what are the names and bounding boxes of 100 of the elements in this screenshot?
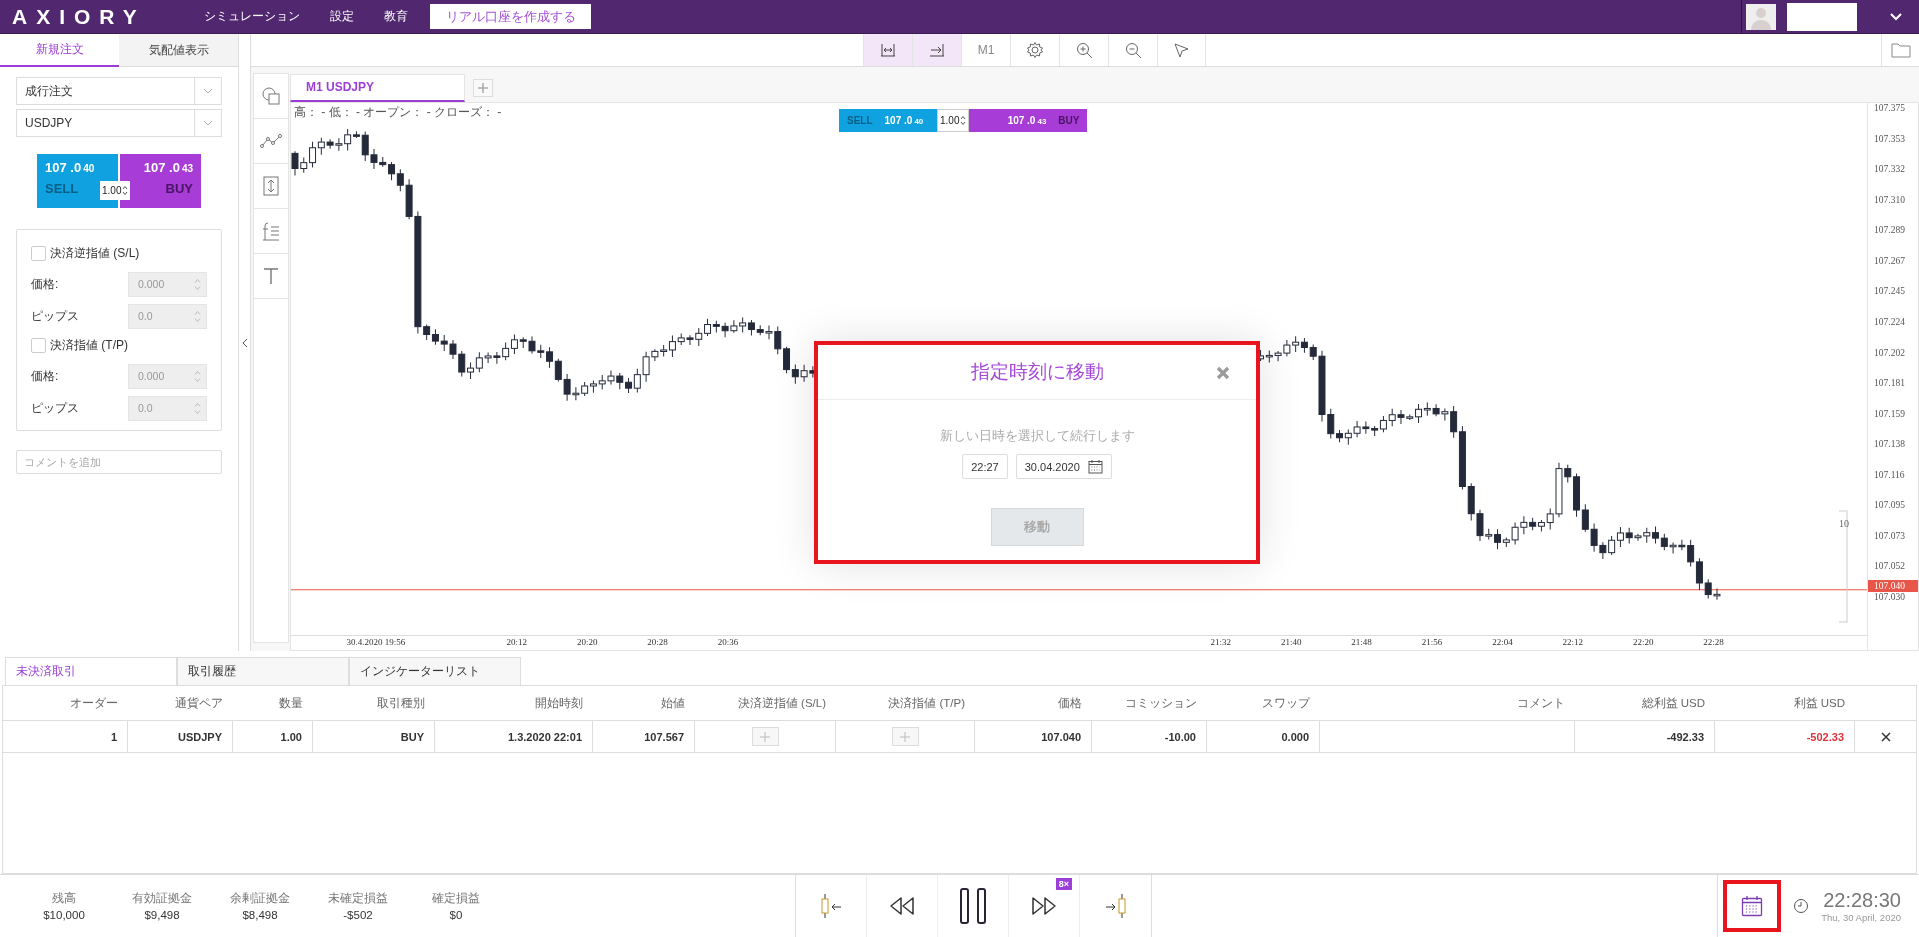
price-axis-label: 107.138	[1873, 439, 1906, 450]
cursor-icon	[1173, 41, 1190, 59]
arrow-candle-right-icon	[1104, 893, 1127, 919]
date-field[interactable]: 30.04.2020	[1015, 454, 1112, 479]
dialog-message: 新しい日時を選択して続行します	[939, 428, 1135, 445]
add-take-profit-button[interactable]	[891, 727, 919, 746]
time-axis-label: 22:12	[1562, 637, 1584, 647]
price-axis-label: 107.159	[1873, 408, 1906, 419]
account-label: 余剰証拠金	[230, 891, 290, 906]
chevron-down-icon[interactable]	[1890, 12, 1902, 21]
symbol-select[interactable]: USDJPY	[16, 109, 222, 137]
comment-field[interactable]: コメントを追加	[16, 450, 222, 474]
account-label: 残高	[52, 891, 76, 906]
spinner-icon	[194, 277, 201, 291]
time-axis-label: 22:20	[1632, 637, 1654, 647]
price-axis-label: 107.245	[1873, 286, 1906, 297]
nav-link[interactable]: シミュレーション	[204, 8, 300, 25]
table-cell: 0.000	[1207, 721, 1320, 752]
checkbox[interactable]	[31, 337, 46, 353]
table-cell: USDJPY	[128, 721, 233, 752]
column-header: 通貨ペア	[174, 695, 224, 711]
column-header: オーダー	[69, 695, 119, 711]
table-cell: 1.00	[233, 721, 313, 752]
field-label: ピップス	[31, 399, 79, 417]
account-label: 未確定損益	[328, 891, 388, 906]
chart-tab[interactable]: M1 USDJPY	[290, 73, 465, 102]
toolbar-button[interactable]	[863, 34, 912, 66]
toolbar-button[interactable]	[1157, 34, 1206, 66]
time-axis-label: 22:28	[1703, 637, 1724, 647]
create-account-button[interactable]: リアル口座を作成する	[430, 4, 591, 29]
time-axis-label: 21:40	[1280, 637, 1302, 647]
price-axis-label: 107.289	[1873, 225, 1906, 236]
time-axis-label: 30.4.2020 19:56	[346, 637, 406, 647]
lot-field[interactable]: 1.00	[937, 109, 970, 132]
positions-tab[interactable]: 未決済取引	[5, 657, 177, 685]
table-cell: 107.567	[593, 721, 695, 752]
price-axis-label: 107.052	[1873, 561, 1906, 572]
checkbox-label: 決済逆指値 (S/L)	[50, 244, 140, 262]
account-label: 確定損益	[432, 891, 480, 906]
time-axis-label: 22:04	[1492, 637, 1513, 647]
account-value: -$502	[343, 909, 373, 921]
table-cell: -492.33	[1575, 721, 1715, 752]
nav-link[interactable]: 教育	[384, 8, 408, 25]
column-header: 開始時刻	[534, 695, 584, 711]
calendar-icon	[1741, 895, 1764, 917]
price-axis-label: 107.202	[1873, 347, 1906, 358]
quick-sell-button[interactable]: SELL 107 .0 40	[839, 109, 937, 132]
table-cell: 107.040	[975, 721, 1092, 752]
add-tab-button[interactable]	[473, 78, 493, 97]
positions-tab[interactable]: 取引履歴	[177, 657, 349, 685]
add-stop-loss-button[interactable]	[751, 727, 779, 746]
close-icon[interactable]	[1880, 731, 1891, 742]
user-name-box[interactable]	[1787, 2, 1857, 31]
shapes-icon	[261, 86, 281, 106]
spinner-icon	[122, 185, 129, 196]
column-header: コメント	[1516, 695, 1566, 711]
time-axis-label: 20:28	[647, 637, 668, 647]
buy-button[interactable]: 107 .043 BUY	[120, 154, 201, 208]
folder-icon	[1890, 42, 1911, 58]
pause-icon	[959, 888, 987, 924]
toolbar-button[interactable]	[912, 34, 961, 66]
quick-buy-button[interactable]: 107 .0 43 BUY	[969, 109, 1088, 132]
account-value: $10,000	[43, 909, 85, 921]
price-axis-label: 107.030	[1873, 592, 1906, 602]
positions-tab[interactable]: インジケーターリスト	[349, 657, 521, 685]
column-header: コミッション	[1124, 695, 1198, 711]
fibonacci-icon	[262, 221, 280, 241]
measure-icon	[263, 176, 279, 196]
account-value: $8,498	[242, 909, 278, 921]
chevron-left-icon[interactable]	[241, 337, 248, 348]
price-axis-label: 107.332	[1873, 164, 1906, 175]
text-tool-icon	[263, 267, 279, 285]
panel-tab[interactable]: 気配値表示	[119, 34, 238, 67]
calendar-button[interactable]	[1723, 880, 1782, 932]
spinner-icon	[194, 401, 201, 415]
spinner-icon	[194, 369, 201, 383]
checkbox[interactable]	[31, 245, 46, 261]
field-label: 価格:	[31, 367, 59, 385]
time-axis-label: 20:36	[717, 637, 739, 647]
account-label: 有効証拠金	[132, 891, 192, 906]
fast-forward-icon	[1031, 896, 1057, 916]
logo[interactable]: AXIORY	[12, 4, 192, 29]
scroll-end-icon	[929, 42, 945, 58]
dialog-title: 指定時刻に移動	[970, 360, 1104, 384]
price-axis-label: 107.375	[1873, 103, 1906, 113]
simulation-time: 22:28:30	[1823, 889, 1901, 912]
time-field[interactable]: 22:27	[962, 454, 1008, 479]
column-header: 価格	[1057, 695, 1083, 711]
clock-icon	[1793, 898, 1810, 914]
field-label: ピップス	[31, 307, 79, 325]
table-cell: BUY	[313, 721, 435, 752]
volume-scale-label: 10	[1839, 518, 1849, 529]
avatar-icon[interactable]	[1746, 2, 1776, 31]
column-header: 決済逆指値 (S/L)	[736, 695, 827, 711]
order-type-select[interactable]: 成行注文	[16, 77, 222, 105]
lot-field[interactable]: 1.00	[100, 181, 131, 200]
column-header: 始値	[660, 695, 686, 711]
nav-link[interactable]: 設定	[330, 8, 354, 25]
speed-badge: 8×	[1055, 878, 1072, 890]
chevron-down-icon	[203, 120, 213, 126]
